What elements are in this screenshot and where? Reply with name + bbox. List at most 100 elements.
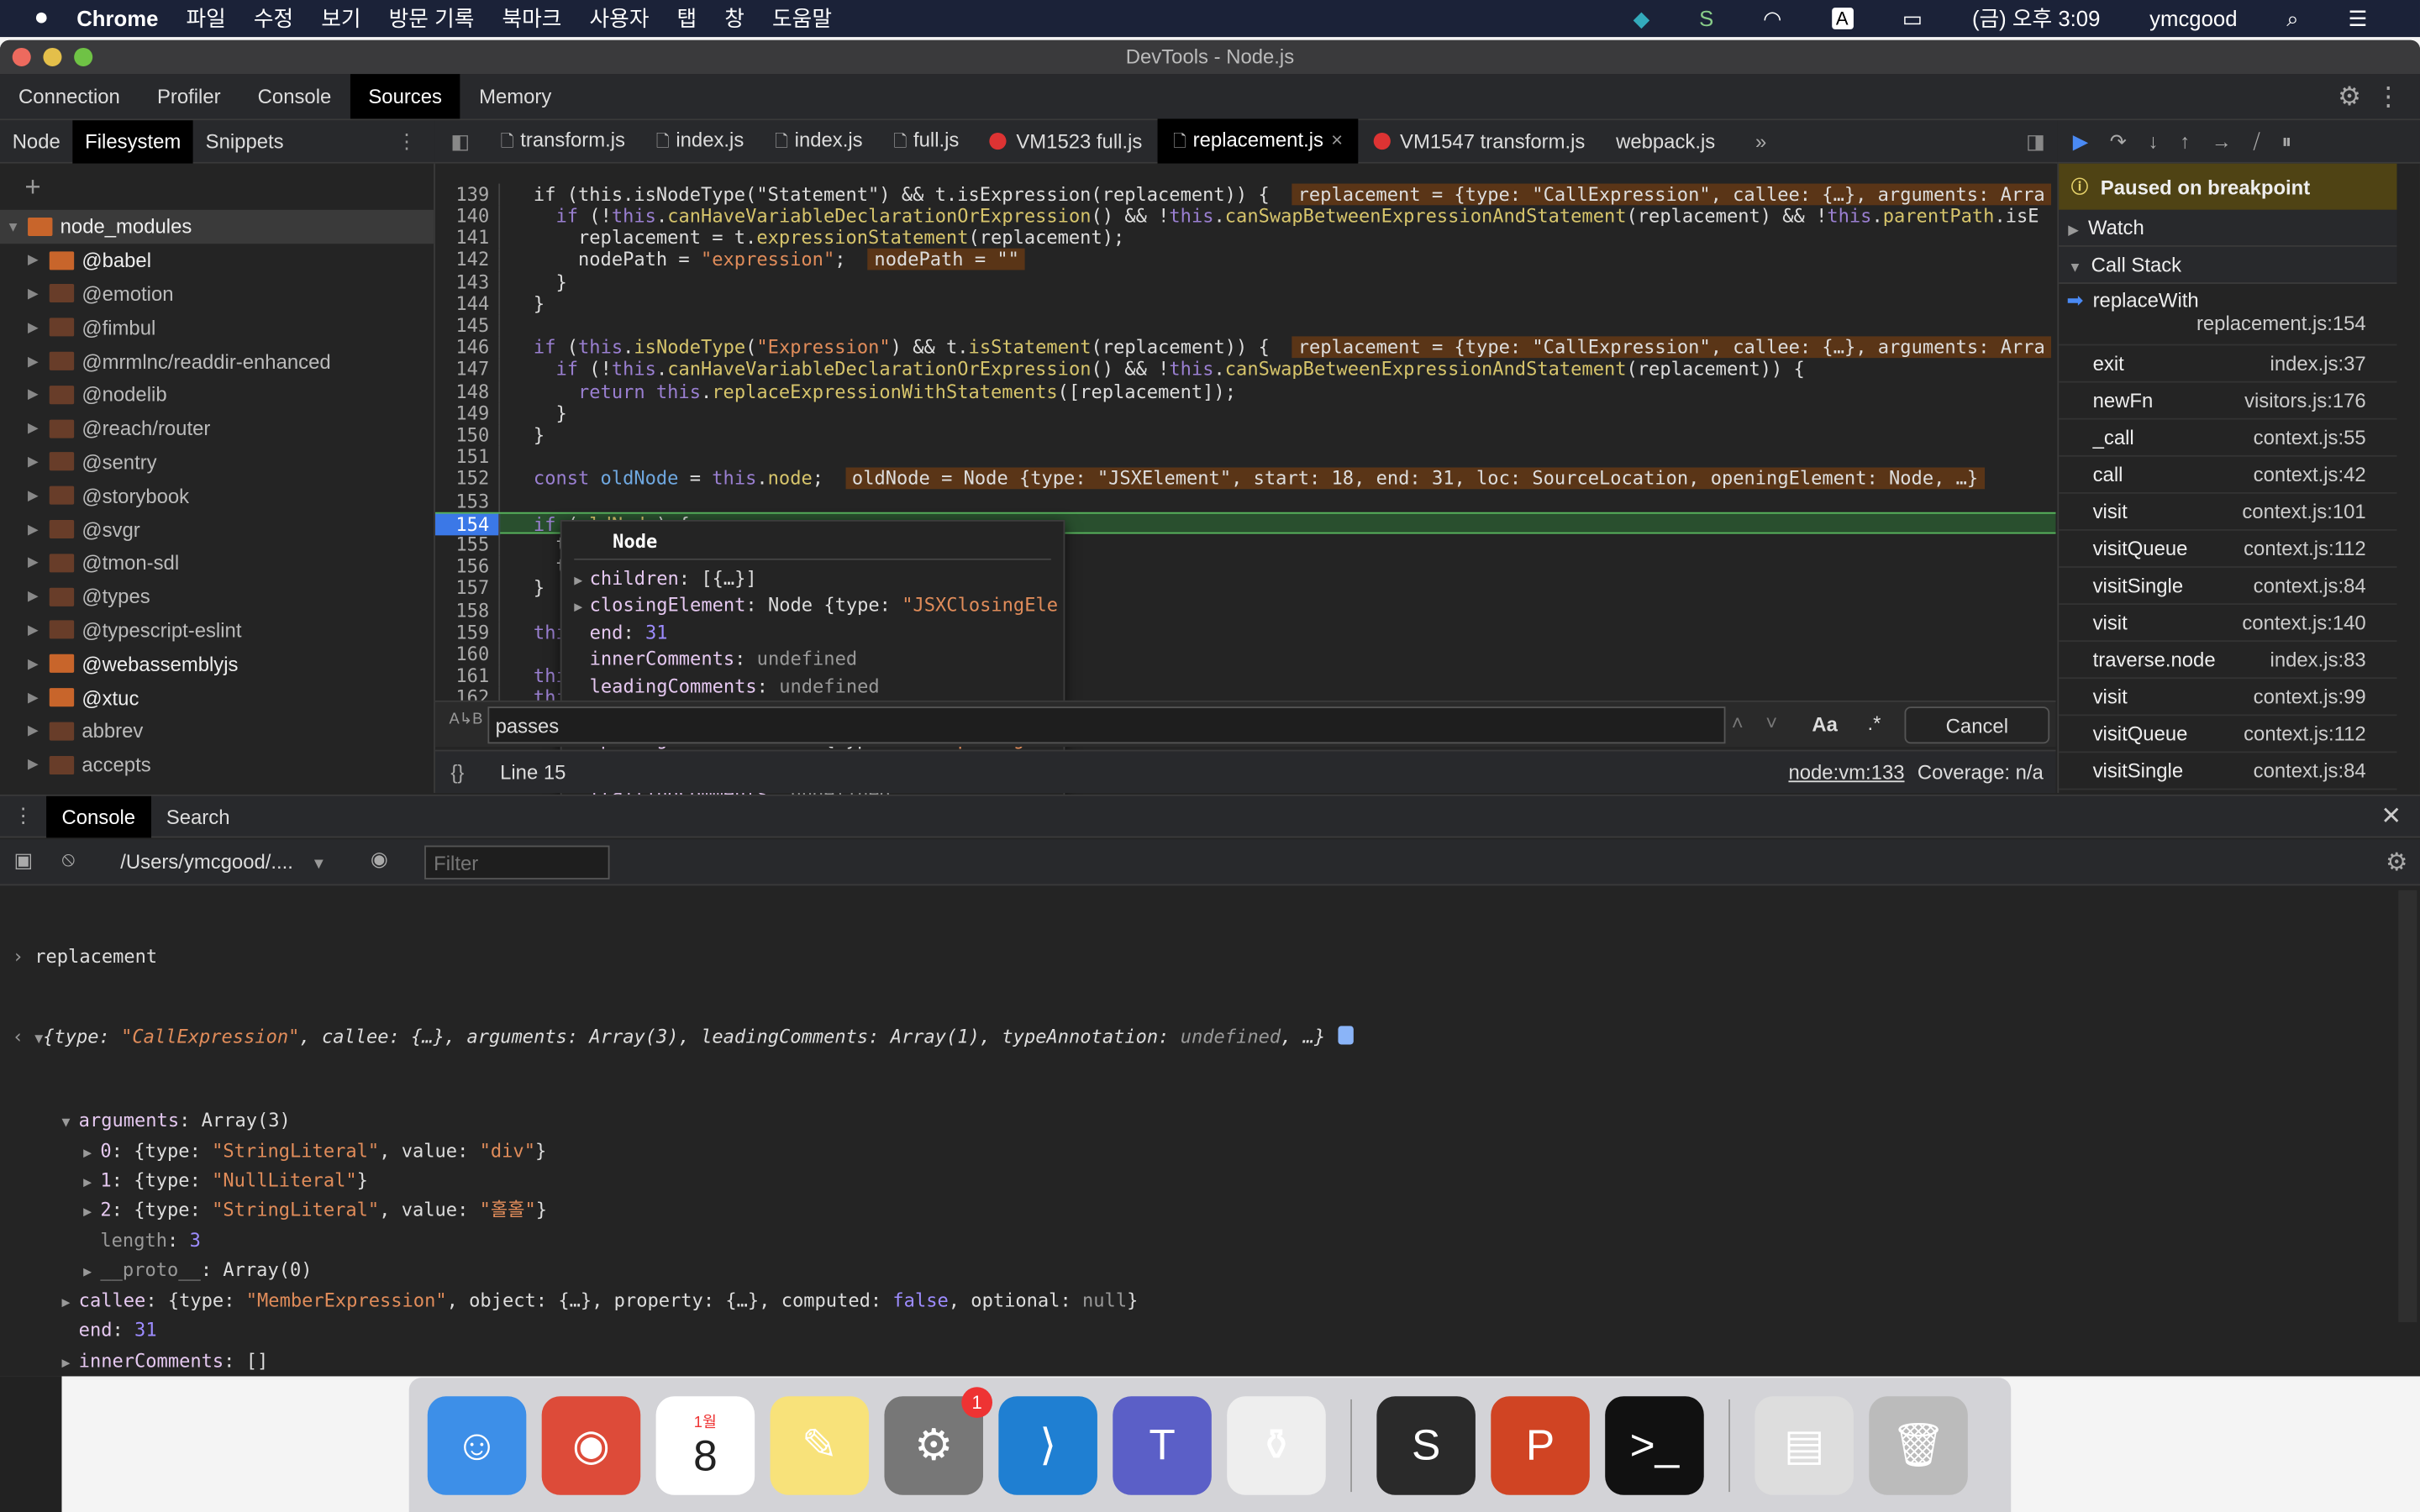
tree-folder[interactable]: ▶ @storybook — [0, 479, 434, 512]
dock-app-notes[interactable]: ✎ — [770, 1395, 870, 1494]
file-tab[interactable]: webpack.js — [1601, 119, 1731, 162]
line-number[interactable]: 161 — [435, 664, 501, 688]
call-frame[interactable]: traverse.node index.js:83 — [2059, 642, 2397, 680]
tree-folder[interactable]: ▶ @svgr — [0, 512, 434, 546]
tree-folder[interactable]: ▶ @xtuc — [0, 680, 434, 714]
nav-tab-filesystem[interactable]: Filesystem — [72, 119, 193, 163]
line-number[interactable]: 159 — [435, 621, 501, 643]
menu-item[interactable]: 도움말 — [772, 3, 832, 34]
cancel-search-button[interactable]: Cancel — [1904, 706, 2050, 744]
tree-folder[interactable]: ▶ abbrev — [0, 714, 434, 748]
console-property[interactable]: ▼ arguments: Array(3) — [0, 1108, 2396, 1138]
console-property[interactable]: ▶ 2: {type: "StringLiteral", value: "홀홀"} — [0, 1198, 2396, 1228]
expand-arrow-icon[interactable]: ▶ — [28, 622, 50, 638]
call-stack-section-header[interactable]: ▼ Call Stack — [2059, 246, 2397, 284]
clear-console-icon[interactable]: ⦸ — [61, 847, 75, 871]
menu-item[interactable]: 북마크 — [502, 3, 561, 34]
regex-button[interactable]: .* — [1867, 711, 1881, 735]
expand-arrow-icon[interactable]: ▶ — [28, 756, 50, 773]
tree-root-node-modules[interactable]: ▼ node_modules — [0, 209, 434, 244]
tree-folder[interactable]: ▶ @emotion — [0, 277, 434, 311]
call-frame[interactable]: _call context.js:55 — [2059, 420, 2397, 457]
notification-center-icon[interactable]: ☰ — [2348, 5, 2367, 31]
source-link[interactable]: node:vm:133 — [1788, 751, 1904, 794]
menu-item[interactable]: 방문 기록 — [389, 3, 475, 34]
dock-app-calendar[interactable]: 1월 8 — [655, 1395, 755, 1494]
step-out-icon[interactable]: ↑ — [2180, 129, 2190, 153]
dock-app-finder[interactable]: ☺ — [427, 1395, 527, 1494]
line-number[interactable]: 149 — [435, 402, 501, 425]
menu-item[interactable]: 창 — [724, 3, 744, 34]
menu-app-name[interactable]: Chrome — [76, 6, 158, 30]
pause-on-exceptions-icon[interactable]: ⏸ — [2281, 129, 2291, 153]
line-number[interactable]: 148 — [435, 380, 501, 403]
call-frame[interactable]: visitQueue context.js:112 — [2059, 716, 2397, 753]
pretty-print-icon[interactable]: {} — [450, 751, 464, 794]
live-expression-eye-icon[interactable]: ◉ — [371, 847, 388, 871]
console-output[interactable]: › replacement ‹ ▼{type: "CallExpression"… — [0, 890, 2396, 1377]
menu-item[interactable]: 파일 — [186, 3, 225, 34]
nav-tab-snippets[interactable]: Snippets — [193, 119, 296, 162]
code-line[interactable]: 142 nodePath = "expression"; nodePath = … — [435, 249, 2056, 271]
vpn-icon[interactable]: ◆ — [1634, 5, 1650, 31]
code-line[interactable]: 151 — [435, 446, 2056, 469]
find-previous-icon[interactable]: ˄ — [1732, 711, 1744, 735]
file-tab[interactable]: 🗋 index.js — [760, 118, 878, 163]
minimize-window-button[interactable] — [43, 47, 62, 66]
call-frame[interactable]: newFn visitors.js:176 — [2059, 383, 2397, 420]
info-badge-icon[interactable] — [1337, 1026, 1354, 1045]
console-property[interactable]: ▶ 0: {type: "StringLiteral", value: "div"… — [0, 1138, 2396, 1168]
close-drawer-icon[interactable]: ✕ — [2381, 801, 2402, 832]
drawer-menu-icon[interactable]: ⋮ — [0, 804, 46, 828]
line-number[interactable]: 151 — [435, 446, 501, 469]
line-number[interactable]: 150 — [435, 424, 501, 447]
toggle-debugger-icon[interactable]: ◨ — [2026, 129, 2045, 153]
file-tab[interactable]: 🗋 full.js — [878, 118, 975, 163]
file-tab[interactable]: 🗋 transform.js — [485, 118, 640, 163]
tree-folder[interactable]: ▶ @typescript-eslint — [0, 613, 434, 647]
show-sidebar-icon[interactable]: ▣ — [14, 848, 34, 873]
dock-app-sourcetree[interactable]: S — [1376, 1395, 1476, 1494]
nav-tab-node[interactable]: Node — [0, 119, 72, 162]
expand-arrow-icon[interactable]: ▶ — [28, 319, 50, 336]
step-icon[interactable]: → — [2212, 129, 2232, 153]
dock-app-pitcher[interactable]: ⚱ — [1227, 1395, 1326, 1494]
file-tab[interactable]: 🗋 replacement.js × — [1157, 118, 1359, 164]
console-property[interactable]: ▶ __proto__: Array(0) — [0, 1257, 2396, 1288]
console-filter-input[interactable] — [424, 845, 610, 879]
code-line[interactable]: 147 if (!this.canHaveVariableDeclaration… — [435, 358, 2056, 381]
spotlight-search-icon[interactable]: ⌕ — [2286, 5, 2298, 31]
code-line[interactable]: 149 } — [435, 402, 2056, 425]
tree-folder[interactable]: ▶ @mrmlnc/readdir-enhanced — [0, 344, 434, 378]
file-tab[interactable]: VM1547 transform.js — [1358, 119, 1600, 162]
call-frame[interactable]: call context.js:42 — [2059, 457, 2397, 494]
resume-icon[interactable]: ▶ — [2073, 129, 2088, 153]
call-frame-current[interactable]: ➡ replaceWith replacement.js:154 — [2059, 284, 2397, 346]
tree-folder[interactable]: ▶ accepts — [0, 748, 434, 781]
dock-app-vscode[interactable]: ⟩ — [998, 1395, 1097, 1494]
file-tab[interactable]: VM1523 full.js — [975, 119, 1158, 162]
call-frame[interactable]: visitQueue context.js:112 — [2059, 531, 2397, 568]
line-number[interactable]: 154 — [434, 513, 501, 536]
line-number[interactable]: 142 — [435, 249, 501, 271]
line-number[interactable]: 158 — [435, 599, 501, 622]
expand-arrow-icon[interactable]: ▶ — [28, 722, 50, 739]
dock-app-system-preferences[interactable]: ⚙ 1 — [884, 1386, 993, 1494]
tree-folder[interactable]: ▶ @sentry — [0, 445, 434, 479]
drawer-tab-search[interactable]: Search — [150, 795, 245, 837]
console-property[interactable]: ▶ 1: {type: "NullLiteral"} — [0, 1168, 2396, 1199]
console-result-summary[interactable]: ‹ ▼{type: "CallExpression", callee: {…},… — [0, 1025, 2396, 1055]
main-tab-profiler[interactable]: Profiler — [139, 74, 239, 118]
code-line[interactable]: 140 if (!this.canHaveVariableDeclaration… — [435, 205, 2056, 228]
find-input[interactable] — [487, 706, 1726, 744]
line-number[interactable]: 155 — [435, 533, 501, 556]
menu-item[interactable]: 사용자 — [590, 3, 650, 34]
main-tab-connection[interactable]: Connection — [0, 74, 139, 118]
step-over-icon[interactable]: ↷ — [2110, 129, 2127, 153]
code-line[interactable]: 144 } — [435, 292, 2056, 315]
add-folder-icon[interactable]: + — [0, 164, 434, 210]
main-tab-memory[interactable]: Memory — [460, 74, 570, 118]
main-tab-sources[interactable]: Sources — [350, 74, 461, 119]
console-settings-icon[interactable]: ⚙ — [2386, 847, 2407, 878]
expand-arrow-icon[interactable]: ▶ — [28, 286, 50, 302]
